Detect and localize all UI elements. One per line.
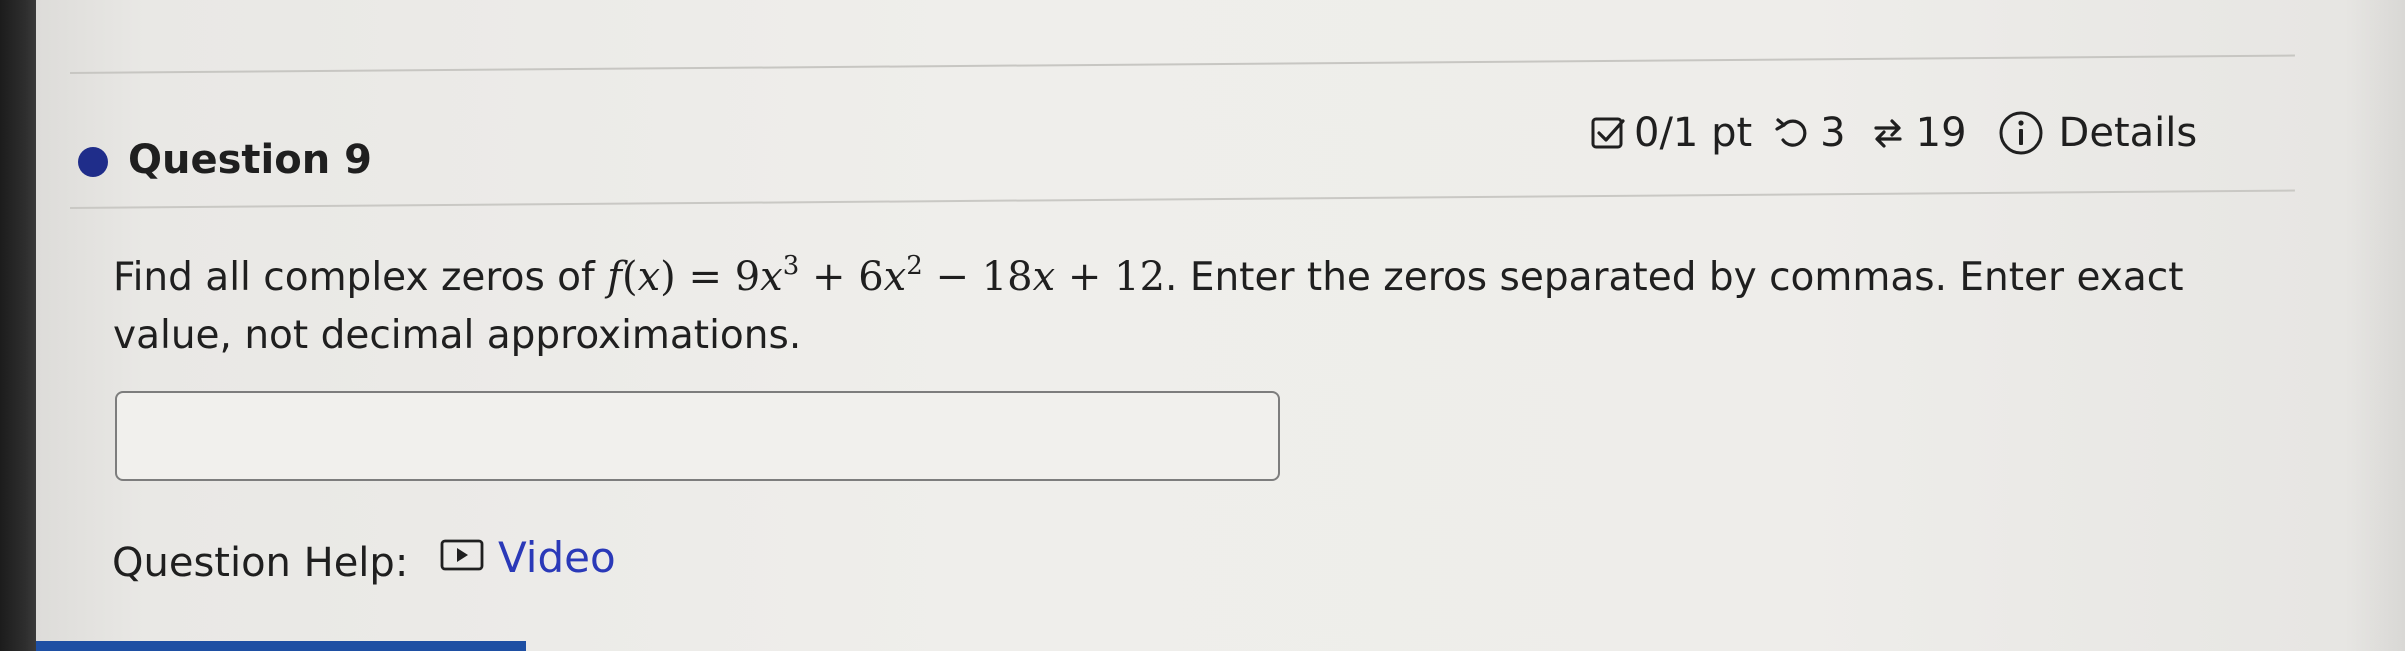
video-link-label: Video [498, 533, 616, 582]
screen-bezel-left [0, 0, 36, 651]
retries-group: 3 [1774, 110, 1846, 156]
retry-icon [1774, 114, 1812, 152]
screen-shade-right [2345, 0, 2405, 651]
answer-input[interactable] [115, 391, 1280, 481]
question-meta: 0/1 pt 3 19 Details [1590, 108, 2197, 158]
video-help-link[interactable]: Video [440, 533, 616, 582]
question-prompt: Find all complex zeros of f(x) = 9x3 + 6… [113, 248, 2263, 365]
retries-count: 3 [1820, 110, 1846, 156]
bottom-accent-bar [36, 641, 526, 651]
header-divider-top [69, 54, 2295, 74]
prompt-text-start: Find all complex zeros of [113, 255, 608, 300]
polynomial-expression: f(x) = 9x3 + 6x2 − 18x + 12 [607, 251, 1166, 300]
details-label: Details [2058, 110, 2198, 156]
checkbox-icon [1590, 115, 1626, 151]
details-button[interactable]: Details [1997, 109, 2198, 157]
header-divider-bottom [69, 189, 2295, 209]
attempts-group: 19 [1868, 110, 1967, 156]
score-text: 0/1 pt [1634, 110, 1753, 156]
attempts-icon [1868, 113, 1908, 153]
video-play-icon [440, 533, 484, 582]
question-help-label: Question Help: [112, 540, 409, 586]
question-title: Question 9 [128, 137, 372, 183]
score-group: 0/1 pt [1590, 110, 1752, 156]
info-icon [1997, 109, 2045, 157]
question-status-dot [78, 147, 108, 177]
attempts-count: 19 [1915, 110, 1967, 156]
